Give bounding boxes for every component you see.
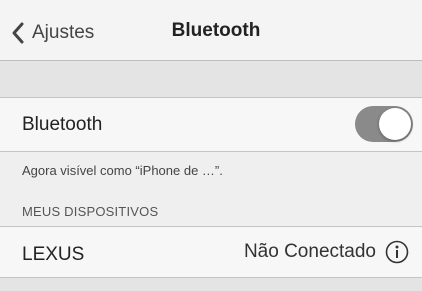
device-status: Não Conectado: [243, 241, 376, 262]
device-name: LEXUS: [22, 244, 85, 265]
page-title: Bluetooth: [171, 20, 261, 41]
group-spacer: [0, 61, 422, 98]
bluetooth-label: Bluetooth: [22, 114, 103, 135]
bluetooth-setting-row: Bluetooth: [0, 98, 422, 152]
navigation-bar: Ajustes Bluetooth: [0, 0, 422, 61]
info-icon[interactable]: [385, 240, 409, 264]
device-row-lexus[interactable]: LEXUS Não Conectado: [0, 226, 422, 278]
visibility-caption: Agora visível como “iPhone de …”.: [22, 163, 223, 178]
toggle-knob: [379, 108, 411, 140]
bluetooth-toggle[interactable]: [355, 106, 413, 142]
group-spacer-bottom: [0, 278, 422, 291]
my-devices-header: MEUS DISPOSITIVOS: [22, 204, 159, 219]
